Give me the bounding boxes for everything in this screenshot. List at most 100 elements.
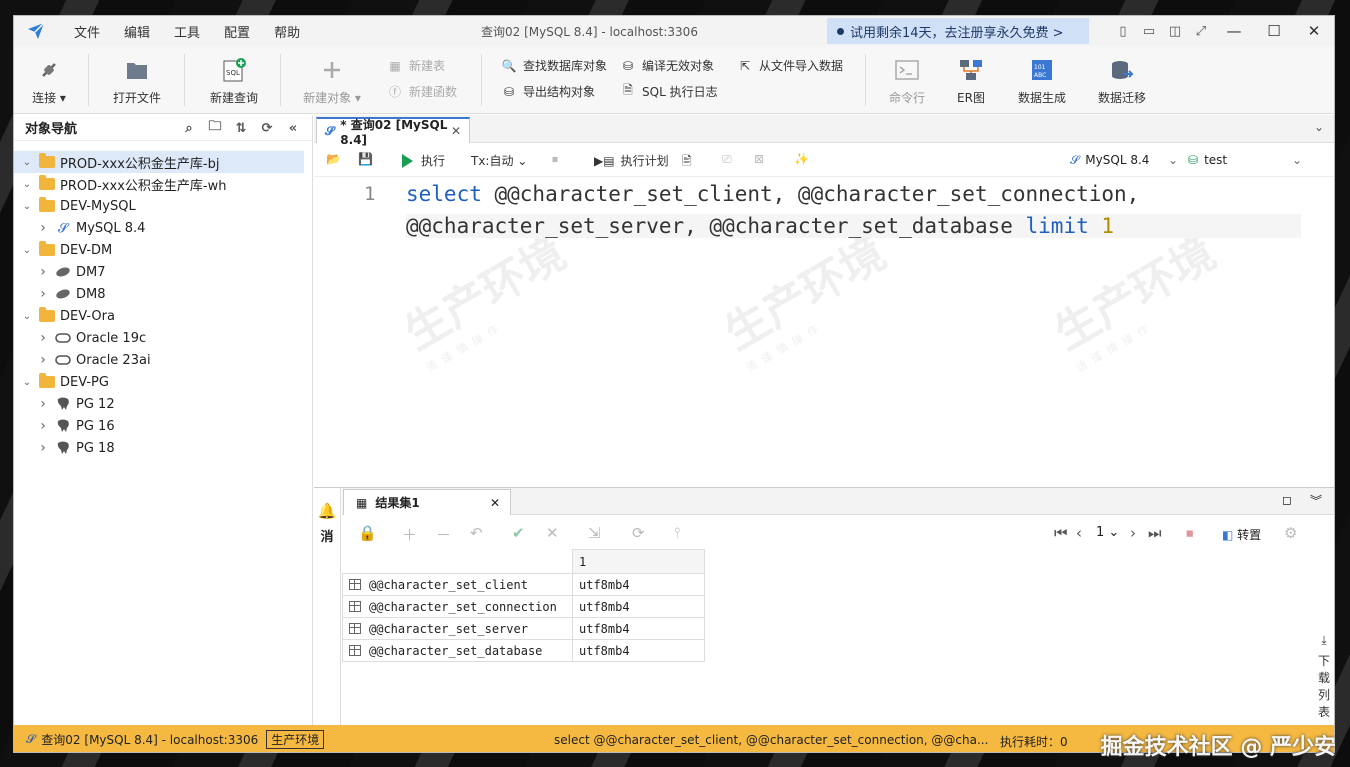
tree-node[interactable]: › DM8 — [14, 283, 312, 305]
chevron-down-icon[interactable]: ⌄ — [20, 157, 34, 168]
layout-split-icon[interactable]: ◫ — [1162, 16, 1188, 46]
save-icon[interactable]: 💾 — [358, 152, 373, 166]
message-side-tab[interactable]: 🔔 消 — [314, 488, 341, 726]
value-cell[interactable]: utf8mb4 — [572, 617, 705, 640]
rollback-icon[interactable]: ✕ — [546, 524, 559, 542]
table-row[interactable]: @@character_set_connection utf8mb4 — [342, 595, 705, 618]
search-icon[interactable]: ⌕ — [176, 119, 202, 137]
export-grid-icon[interactable]: ⇲ — [588, 524, 601, 542]
export-doc-icon[interactable]: 🖹 — [682, 152, 692, 173]
tree-node[interactable]: ⌄ DEV-PG — [14, 371, 312, 393]
settings-icon[interactable]: ⚙ — [1284, 524, 1297, 542]
new-table-button[interactable]: ▦ 新建表 — [387, 57, 445, 74]
chevron-down-icon[interactable]: ⌄ — [20, 377, 34, 388]
page-select[interactable]: 1 ⌄ — [1096, 525, 1119, 540]
column-header[interactable]: 1 — [572, 549, 705, 574]
explain-button[interactable]: ▶▤ 执行计划 — [594, 152, 669, 169]
sort-icon[interactable]: ⇅ — [228, 119, 254, 137]
collapse-panel-icon[interactable]: ︾ — [1310, 492, 1322, 509]
comment-icon[interactable]: ⎚ — [722, 152, 732, 167]
data-migration-button[interactable]: 数据迁移 — [1087, 50, 1157, 106]
tree-node[interactable]: › 𝓢 MySQL 8.4 — [14, 217, 312, 239]
format-magic-icon[interactable]: ✨ — [794, 152, 809, 166]
chevron-down-icon[interactable]: ⌄ — [20, 311, 34, 322]
new-function-button[interactable]: ⓕ 新建函数 — [387, 83, 457, 100]
chevron-right-icon[interactable]: › — [36, 440, 50, 456]
layout-left-icon[interactable]: ▯ — [1110, 16, 1136, 46]
tree-node[interactable]: › Oracle 19c — [14, 327, 312, 349]
commit-icon[interactable]: ✔ — [512, 524, 525, 542]
tree-node[interactable]: ⌄ DEV-Ora — [14, 305, 312, 327]
chevron-right-icon[interactable]: › — [36, 220, 50, 236]
expand-icon[interactable]: ⤢ — [1188, 16, 1214, 46]
data-generation-button[interactable]: 101 ABC 数据生成 — [1007, 50, 1077, 106]
stop-icon[interactable]: ⏹ — [552, 152, 558, 167]
tx-mode-select[interactable]: Tx:自动 ⌄ — [471, 152, 527, 169]
connection-select[interactable]: 𝓢 MySQL 8.4 ⌄ — [1066, 147, 1178, 173]
add-row-icon[interactable]: ＋ — [402, 524, 417, 545]
tab-query02[interactable]: 𝓢 * 查询02 [MySQL 8.4] ✕ — [316, 117, 470, 147]
chevron-right-icon[interactable]: › — [36, 264, 50, 280]
chevron-right-icon[interactable]: › — [36, 418, 50, 434]
find-db-objects-button[interactable]: 🔍 查找数据库对象 — [501, 57, 608, 74]
database-select[interactable]: ⛁ test ⌄ — [1184, 147, 1302, 173]
chevron-down-icon[interactable]: ⌄ — [20, 179, 34, 190]
compile-invalid-button[interactable]: ⛁ 编译无效对象 — [620, 57, 714, 74]
prev-page-icon[interactable]: ‹ — [1076, 524, 1082, 542]
table-row[interactable]: @@character_set_database utf8mb4 — [342, 639, 705, 662]
last-page-icon[interactable]: ⏭ — [1148, 524, 1162, 542]
connect-button[interactable]: 连接 ▾ — [14, 50, 84, 106]
transpose-toggle[interactable]: ◧ 转置 — [1222, 526, 1261, 543]
collapse-panel-icon[interactable]: « — [280, 119, 306, 137]
tree-node[interactable]: › PG 16 — [14, 415, 312, 437]
tree-node[interactable]: › DM7 — [14, 261, 312, 283]
new-object-button[interactable]: 新建对象 ▾ — [297, 50, 367, 106]
menu-help[interactable]: 帮助 — [262, 22, 312, 41]
chevron-down-icon[interactable]: ⌄ — [20, 201, 34, 212]
next-page-icon[interactable]: › — [1130, 524, 1136, 542]
refresh-connect-icon[interactable]: ⟳ — [254, 119, 280, 137]
maximize-panel-icon[interactable]: ◻ — [1282, 493, 1292, 507]
chevron-right-icon[interactable]: › — [36, 286, 50, 302]
import-from-file-button[interactable]: ⇱ 从文件导入数据 — [737, 57, 843, 74]
tree-node[interactable]: ⌄ DEV-MySQL — [14, 195, 312, 217]
sql-log-button[interactable]: 🗎 SQL 执行日志 — [620, 83, 717, 100]
sql-editor[interactable]: 生产环境请 谨 慎 操 作 生产环境请 谨 慎 操 作 生产环境请 谨 慎 操 … — [314, 177, 1314, 482]
run-button[interactable]: 执行 — [402, 152, 445, 169]
chevron-down-icon[interactable]: ⌄ — [1314, 120, 1324, 134]
value-cell[interactable]: utf8mb4 — [572, 595, 705, 618]
table-row[interactable]: @@character_set_client utf8mb4 — [342, 573, 705, 596]
menu-file[interactable]: 文件 — [62, 22, 112, 41]
new-query-button[interactable]: SQL 新建查询 — [199, 50, 269, 106]
new-folder-icon[interactable]: 🗀 — [202, 119, 228, 137]
refresh-icon[interactable]: ⟳ — [632, 524, 645, 542]
value-cell[interactable]: utf8mb4 — [572, 639, 705, 662]
open-sql-icon[interactable]: 📂 — [326, 152, 341, 166]
open-file-button[interactable]: 打开文件 — [102, 50, 172, 106]
row-header-cell[interactable]: @@character_set_server — [342, 617, 573, 640]
chevron-right-icon[interactable]: › — [36, 330, 50, 346]
tab-resultset1[interactable]: ▦ 结果集1 ✕ — [343, 489, 511, 515]
row-header-cell[interactable]: @@character_set_database — [342, 639, 573, 662]
stop-icon[interactable]: ⏹ — [1186, 524, 1194, 542]
export-structure-button[interactable]: ⛁ 导出结构对象 — [501, 83, 595, 100]
uncomment-icon[interactable]: ⊠ — [754, 152, 764, 166]
tree-node[interactable]: ⌄ DEV-DM — [14, 239, 312, 261]
close-icon[interactable]: ✕ — [490, 496, 500, 510]
er-diagram-button[interactable]: ER图 — [936, 50, 1006, 106]
undo-icon[interactable]: ↶ — [470, 524, 483, 542]
trial-banner[interactable]: 试用剩余14天，去注册享永久免费 > — [827, 18, 1089, 44]
tree-node[interactable]: ⌄ PROD-xxx公积金生产库-wh — [14, 173, 312, 195]
download-list-tab[interactable]: ⤓ 下载列表 — [1316, 632, 1332, 721]
close-button[interactable]: ✕ — [1294, 16, 1334, 46]
delete-row-icon[interactable]: － — [436, 524, 451, 545]
value-cell[interactable]: utf8mb4 — [572, 573, 705, 596]
menu-edit[interactable]: 编辑 — [112, 22, 162, 41]
menu-tools[interactable]: 工具 — [162, 22, 212, 41]
lock-icon[interactable]: 🔒 — [358, 524, 377, 542]
command-line-button[interactable]: 命令行 — [872, 50, 942, 106]
first-page-icon[interactable]: ⏮ — [1054, 524, 1068, 542]
tree-node[interactable]: › PG 18 — [14, 437, 312, 459]
close-tab-icon[interactable]: ✕ — [451, 124, 461, 138]
maximize-button[interactable]: ☐ — [1254, 16, 1294, 46]
